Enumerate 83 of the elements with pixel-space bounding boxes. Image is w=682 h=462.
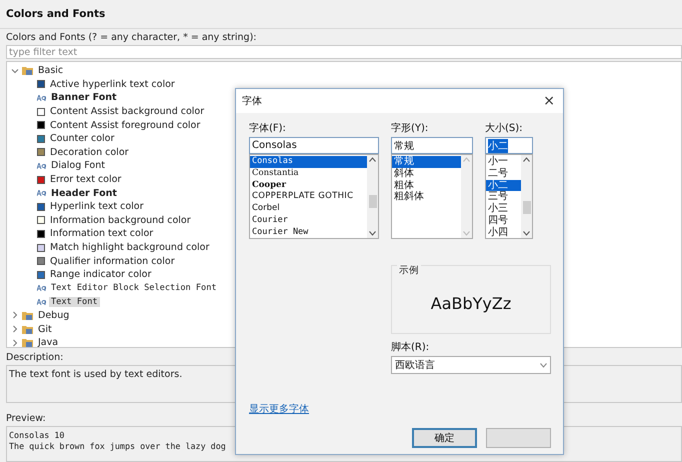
tree-item[interactable]: Banner Font <box>49 92 119 104</box>
list-item[interactable]: 小二 <box>486 180 521 192</box>
preview-text: Consolas 10 <box>9 430 64 441</box>
sample-text: AaBbYyZz <box>430 294 512 313</box>
tree-item[interactable]: Information background color <box>48 214 193 226</box>
tree-item[interactable]: Decoration color <box>48 146 131 158</box>
scroll-down-icon[interactable] <box>523 231 530 236</box>
list-item[interactable]: 小四 <box>486 226 521 238</box>
tree-item[interactable]: Header Font <box>49 188 119 199</box>
scroll-thumb[interactable] <box>523 201 531 214</box>
filter-field[interactable]: type filter text <box>6 45 682 59</box>
dialog-title: 字体 <box>242 94 262 108</box>
list-item[interactable]: 斜体 <box>392 168 461 180</box>
tree-item[interactable]: Content Assist background color <box>48 106 206 118</box>
tree-item[interactable]: Dialog Font <box>49 160 107 172</box>
list-item[interactable]: Corbel <box>250 203 367 215</box>
tree-item[interactable]: Counter color <box>48 133 116 144</box>
filter-label: Colors and Fonts (? = any character, * = any string): <box>6 31 256 45</box>
tree-item[interactable]: Active hyperlink text color <box>48 78 177 90</box>
input-field[interactable]: Consolas <box>249 137 379 154</box>
list-item[interactable]: 粗斜体 <box>392 191 461 204</box>
tree-item[interactable]: Basic <box>36 65 66 76</box>
list-item[interactable]: 常规 <box>392 156 461 168</box>
tree-item[interactable]: Text Font <box>49 296 100 307</box>
font-icon <box>37 298 46 305</box>
font-icon <box>37 190 46 196</box>
folder-icon <box>22 66 33 76</box>
scroll-down-icon[interactable] <box>369 231 376 236</box>
description-text: The text font is used by text editors. <box>9 369 182 380</box>
scroll-up-icon[interactable] <box>369 157 376 162</box>
tree-item[interactable]: Error text color <box>48 174 124 186</box>
script-dropdown[interactable]: 西欧语言 <box>391 356 551 374</box>
field-label: 脚本(R): <box>391 340 430 354</box>
input-field[interactable]: 小二 <box>485 137 533 154</box>
preview-label: Preview: <box>6 412 46 426</box>
field-label: 字形(Y): <box>391 122 430 135</box>
field-label: 字体(F): <box>249 122 287 135</box>
scrollbar[interactable] <box>367 155 378 238</box>
list-item[interactable]: Constantia <box>250 168 367 180</box>
list-item[interactable]: 三号 <box>486 191 521 204</box>
list-item[interactable]: 四号 <box>486 214 521 227</box>
folder-icon <box>22 338 33 347</box>
field-label: 大小(S): <box>485 122 524 135</box>
collapse-icon[interactable] <box>11 66 19 75</box>
list-item[interactable]: 二号 <box>486 168 521 180</box>
tree-item[interactable]: Hyperlink text color <box>48 201 146 212</box>
input-field[interactable]: 常规 <box>391 137 473 154</box>
list-item[interactable]: Courier New <box>250 226 367 238</box>
close-button[interactable]: × <box>543 93 555 109</box>
font-icon <box>37 162 46 169</box>
list-item[interactable]: Consolas <box>250 156 367 168</box>
sample-label: 示例 <box>397 264 421 277</box>
page-title: Colors and Fonts <box>6 8 106 20</box>
tree-item[interactable]: Qualifier information color <box>48 256 177 267</box>
more-fonts-link[interactable]: 显示更多字体 <box>249 402 551 416</box>
scroll-thumb[interactable] <box>369 195 377 208</box>
scroll-up-icon[interactable] <box>523 157 530 162</box>
list-item[interactable]: COPPERPLATE GOTHIC <box>250 191 367 204</box>
tree-item[interactable]: Information text color <box>48 228 156 240</box>
list-item[interactable]: 粗体 <box>392 180 461 192</box>
tree-item[interactable]: Match highlight background color <box>48 242 212 254</box>
list-item[interactable]: 小三 <box>486 203 521 215</box>
font-icon <box>37 285 46 292</box>
ok-button[interactable]: 确定 <box>412 428 477 448</box>
list-box[interactable]: 小一 二号 小二 三号 小三 四号 小四 <box>485 154 533 239</box>
folder-icon <box>22 310 33 320</box>
folder-icon <box>22 324 33 334</box>
font-icon <box>37 94 46 101</box>
tree-item[interactable]: Git <box>36 324 54 335</box>
preview-text: The quick brown fox jumps over the lazy dog <box>9 441 226 452</box>
list-item[interactable]: Cooper <box>250 180 367 192</box>
list-box[interactable]: Consolas Constantia Cooper COPPERPLATE GOTHIC Corbel Courier Courier New <box>249 154 379 239</box>
tree-item[interactable]: Java <box>36 337 60 347</box>
list-item[interactable]: 小一 <box>486 156 521 168</box>
list-box[interactable]: 常规 斜体 粗体 粗斜体 <box>391 154 473 239</box>
scrollbar[interactable] <box>521 155 532 238</box>
tree-item[interactable]: Text Editor Block Selection Font <box>49 283 219 294</box>
tree-item[interactable]: Debug <box>36 310 72 321</box>
tree-item[interactable]: Range indicator color <box>48 269 154 280</box>
chevron-down-icon <box>540 362 547 368</box>
tree-item[interactable]: Content Assist foreground color <box>48 120 202 131</box>
description-label: Description: <box>6 351 64 365</box>
list-item[interactable]: Courier <box>250 214 367 227</box>
